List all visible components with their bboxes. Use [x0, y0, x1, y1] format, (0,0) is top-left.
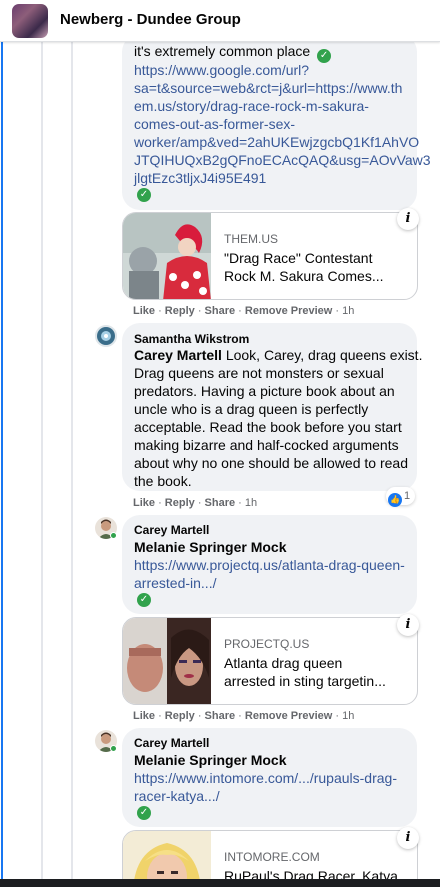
comment-text-line: making bizarre and half-cocked arguments — [134, 437, 399, 453]
comment-text-line: uncle who is a drag queen is perfectly — [134, 401, 369, 417]
preview-domain: INTOMORE.COM — [224, 850, 320, 864]
link-preview-card[interactable]: THEM.US "Drag Race" Contestant Rock M. S… — [122, 212, 418, 300]
link-line[interactable]: https://www.google.com/url? — [134, 61, 309, 79]
link-line[interactable]: em.us/story/drag-race-rock-m-sakura- — [134, 97, 369, 115]
thread-rail — [71, 42, 73, 887]
info-icon[interactable]: i — [397, 827, 419, 849]
group-avatar[interactable] — [12, 4, 48, 38]
online-status-indicator — [110, 532, 117, 539]
timestamp[interactable]: 1h — [342, 305, 354, 317]
link-line[interactable]: jlgtEzc3tljxJ4i95E491 — [134, 169, 266, 187]
check-circle-icon: ✓ — [137, 806, 151, 820]
comment-text-line: about why no one should be allowed to re… — [134, 455, 408, 471]
thread-rail-active — [1, 42, 3, 887]
link-preview-card[interactable]: PROJECTQ.US Atlanta drag queen arrested … — [122, 617, 418, 705]
preview-title-line: "Drag Race" Contestant — [224, 250, 373, 266]
preview-title-line: Rock M. Sakura Comes... — [224, 268, 384, 284]
link-line[interactable]: worker/amp&ved=2ahUKEwjzgcbQ1Kf1AhVO — [134, 133, 419, 151]
reply-action[interactable]: Reply — [165, 497, 195, 509]
group-title[interactable]: Newberg - Dundee Group — [60, 11, 241, 28]
comment-actions: Like · Reply · Share · 1h — [133, 497, 258, 509]
comment-text: it's extremely common place ✓ — [134, 42, 332, 63]
comment-text-line: the book. — [134, 473, 192, 489]
preview-title-line: Atlanta drag queen — [224, 655, 343, 671]
like-action[interactable]: Like — [133, 497, 155, 509]
comment-text-line: Drag queens are not monsters or sexual — [134, 365, 384, 381]
preview-domain: THEM.US — [224, 232, 278, 246]
link-line[interactable]: comes-out-as-former-sex- — [134, 115, 295, 133]
avatar[interactable] — [95, 325, 117, 347]
info-icon[interactable]: i — [397, 208, 419, 230]
reply-action[interactable]: Reply — [165, 710, 195, 722]
link-line[interactable]: JTQIHUQxB2gQFnoECAcQAQ&usg=AOvVaw3 — [134, 151, 431, 169]
comment-author[interactable]: Samantha Wikstrom — [134, 332, 249, 346]
preview-image — [123, 618, 211, 704]
comment-actions: Like · Reply · Share · Remove Preview · … — [133, 710, 355, 722]
mention-link[interactable]: Melanie Springer Mock — [134, 751, 286, 769]
preview-image — [123, 213, 211, 299]
reply-action[interactable]: Reply — [165, 305, 195, 317]
comment-author[interactable]: Carey Martell — [134, 736, 209, 750]
timestamp[interactable]: 1h — [245, 497, 257, 509]
comment-text-line: acceptable. Read the book before you sta… — [134, 419, 402, 435]
like-action[interactable]: Like — [133, 305, 155, 317]
comment-text-line: predators. Having a picture book about a… — [134, 383, 395, 399]
share-action[interactable]: Share — [205, 710, 236, 722]
online-status-indicator — [110, 745, 117, 752]
like-action[interactable]: Like — [133, 710, 155, 722]
comment-link[interactable]: arrested-in.../ — [134, 574, 216, 592]
mention-link[interactable]: Carey Martell — [134, 347, 222, 363]
comment-text-line: Carey Martell Look, Carey, drag queens e… — [134, 347, 423, 363]
thread-rail — [41, 42, 43, 887]
comment-actions: Like · Reply · Share · Remove Preview · … — [133, 305, 355, 317]
check-circle-icon: ✓ — [317, 49, 332, 63]
thumbs-up-icon: 👍 — [388, 493, 402, 507]
remove-preview-action[interactable]: Remove Preview — [245, 710, 332, 722]
bottom-bar — [0, 879, 440, 887]
remove-preview-action[interactable]: Remove Preview — [245, 305, 332, 317]
preview-domain: PROJECTQ.US — [224, 637, 310, 651]
share-action[interactable]: Share — [205, 305, 236, 317]
info-icon[interactable]: i — [397, 614, 419, 636]
comment-link[interactable]: racer-katya.../ — [134, 787, 220, 805]
reaction-count[interactable]: 👍 1 — [386, 487, 416, 507]
check-circle-icon: ✓ — [137, 188, 151, 202]
group-header: Newberg - Dundee Group — [0, 0, 440, 42]
comment-link[interactable]: https://www.intomore.com/.../rupauls-dra… — [134, 769, 397, 787]
share-action[interactable]: Share — [205, 497, 236, 509]
preview-title-line: arrested in sting targetin... — [224, 673, 386, 689]
mention-link[interactable]: Melanie Springer Mock — [134, 538, 286, 556]
link-line[interactable]: sa=t&source=web&rct=j&url=https://www.th — [134, 79, 402, 97]
comment-link[interactable]: https://www.projectq.us/atlanta-drag-que… — [134, 556, 405, 574]
comment-author[interactable]: Carey Martell — [134, 523, 209, 537]
timestamp[interactable]: 1h — [342, 710, 354, 722]
check-circle-icon: ✓ — [137, 593, 151, 607]
